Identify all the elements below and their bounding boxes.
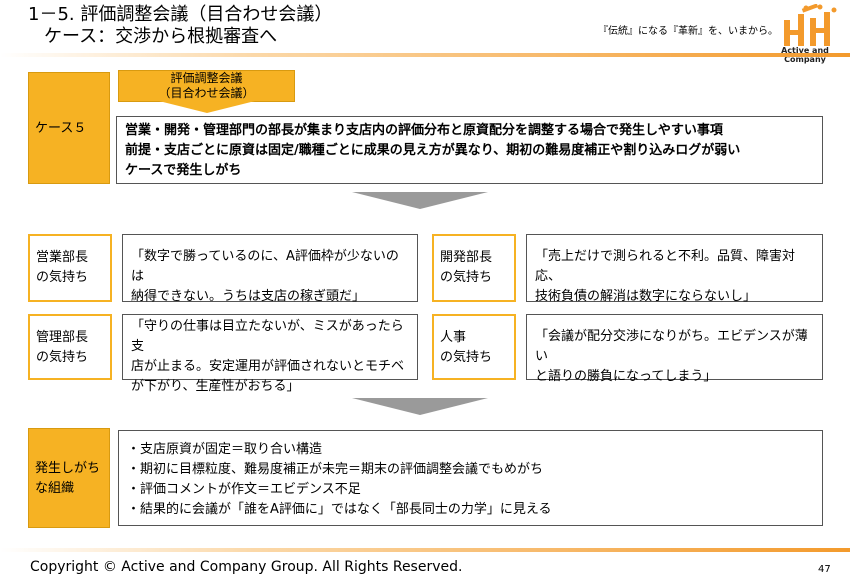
meeting-title-arrow — [159, 101, 255, 113]
flow-arrow-1 — [352, 192, 488, 209]
dev-manager-quote-line1: 「売上だけで測られると不利。品質、障害対応、 — [535, 249, 796, 284]
company-tagline: 『伝統』になる『革新』を、いまから。 — [598, 26, 778, 37]
sales-manager-label-line1: 営業部長 — [36, 250, 89, 265]
hr-quote-line1: 「会議が配分交渉になりがち。エビデンスが薄い — [535, 329, 808, 364]
flow-arrow-2 — [352, 398, 488, 415]
header-divider — [0, 53, 850, 57]
org-point-4: ・結果的に会議が「誰をA評価に」ではなく「部長同士の力学」に見える — [127, 502, 552, 517]
dev-manager-label-box: 開発部長 の気持ち — [432, 234, 516, 302]
admin-manager-quote-line3: が下がり、生産性がおちる」 — [131, 379, 300, 394]
sales-manager-quote-line2: 納得できない。うちは支店の稼ぎ頭だ」 — [131, 289, 366, 304]
org-point-2: ・期初に目標粒度、難易度補正が未完＝期末の評価調整会議でもめがち — [127, 462, 544, 477]
dev-manager-label-line1: 開発部長 — [440, 250, 493, 265]
copyright-text: Copyright © Active and Company Group. Al… — [30, 559, 463, 575]
hr-quote-line2: と語りの勝負になってしまう」 — [535, 369, 717, 384]
sales-manager-label-line2: の気持ち — [36, 270, 89, 285]
admin-manager-quote-line2: 店が止まる。安定運用が評価されないとモチベ — [131, 359, 405, 374]
footer-divider — [0, 548, 850, 552]
case-description-line3: ケースで発生しがち — [125, 163, 242, 178]
dev-manager-label-line2: の気持ち — [440, 270, 493, 285]
sales-manager-quote-box: 「数字で勝っているのに、A評価枠が少ないのは 納得できない。うちは支店の稼ぎ頭だ… — [122, 234, 418, 304]
hr-label-line1: 人事 — [440, 330, 467, 345]
org-label-line1: 発生しがち — [35, 461, 101, 476]
meeting-title-box: 評価調整会議 （目合わせ会議） — [118, 70, 295, 102]
dev-manager-quote-line2: 技術負債の解消は数字にならないし」 — [535, 289, 757, 304]
meeting-title: 評価調整会議 — [170, 71, 243, 85]
case-description-line2: 前提・支店ごとに原資は固定/職種ごとに成果の見え方が異なり、期初の難易度補正や割… — [125, 143, 741, 158]
org-label-box: 発生しがち な組織 — [28, 428, 110, 528]
case-description-line1: 営業・開発・管理部門の部長が集まり支店内の評価分布と原資配分を調整する場合で発生… — [125, 123, 723, 138]
org-point-1: ・支店原資が固定＝取り合い構造 — [127, 442, 323, 457]
page-title-line2: ケース：交渉から根拠審査へ — [44, 26, 278, 47]
org-label-line2: な組織 — [35, 481, 75, 496]
admin-manager-quote-line1: 「守りの仕事は目立たないが、ミスがあったら支 — [131, 319, 404, 354]
admin-manager-quote-box: 「守りの仕事は目立たないが、ミスがあったら支 店が止まる。安定運用が評価されない… — [122, 314, 418, 394]
admin-manager-label-line2: の気持ち — [36, 350, 89, 365]
org-points-box: ・支店原資が固定＝取り合い構造 ・期初に目標粒度、難易度補正が未完＝期末の評価調… — [118, 430, 823, 526]
page-number: 47 — [818, 564, 831, 575]
hr-label-line2: の気持ち — [440, 350, 493, 365]
meeting-subtitle: （目合わせ会議） — [158, 86, 255, 100]
hr-quote-box: 「会議が配分交渉になりがち。エビデンスが薄い と語りの勝負になってしまう」 — [526, 314, 823, 384]
hr-label-box: 人事 の気持ち — [432, 314, 516, 380]
case-description-box: 営業・開発・管理部門の部長が集まり支店内の評価分布と原資配分を調整する場合で発生… — [116, 116, 823, 184]
case-label: ケース５ — [35, 121, 87, 136]
org-point-3: ・評価コメントが作文＝エビデンス不足 — [127, 482, 361, 497]
sales-manager-label-box: 営業部長 の気持ち — [28, 234, 112, 302]
dev-manager-quote-box: 「売上だけで測られると不利。品質、障害対応、 技術負債の解消は数字にならないし」 — [526, 234, 823, 304]
admin-manager-label-box: 管理部長 の気持ち — [28, 314, 112, 380]
page-title-line1: 1－5. 評価調整会議（目合わせ会議） — [28, 4, 333, 25]
case-label-box: ケース５ — [28, 72, 110, 184]
admin-manager-label-line1: 管理部長 — [36, 330, 89, 345]
sales-manager-quote-line1: 「数字で勝っているのに、A評価枠が少ないのは — [131, 249, 399, 284]
